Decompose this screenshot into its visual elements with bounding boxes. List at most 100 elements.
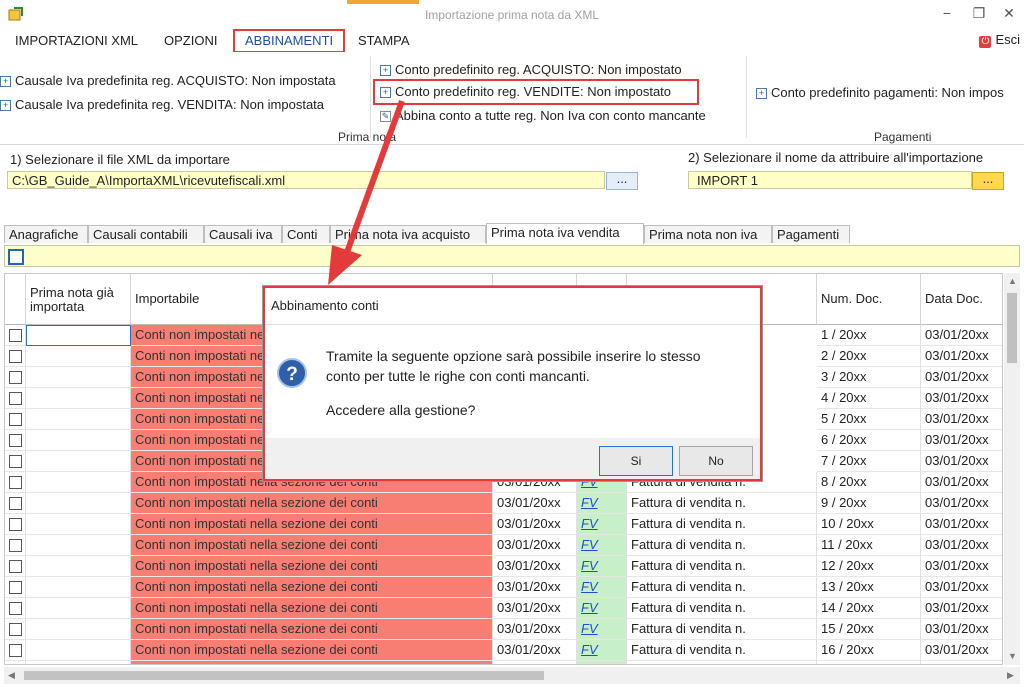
cell-imported[interactable] bbox=[26, 619, 131, 640]
tab-pagamenti[interactable]: Pagamenti bbox=[772, 225, 850, 243]
table-row[interactable]: Conti non impostati nella sezione dei co… bbox=[5, 619, 1002, 640]
cell-imported[interactable] bbox=[26, 388, 131, 409]
row-checkbox[interactable] bbox=[9, 497, 22, 510]
tab-prima-nota-non-iva[interactable]: Prima nota non iva bbox=[644, 225, 772, 243]
cell-imported[interactable] bbox=[26, 367, 131, 388]
table-row[interactable]: Conti non impostati nella sezione dei co… bbox=[5, 640, 1002, 661]
fv-link[interactable]: FV bbox=[581, 600, 598, 615]
ribbon-causale-vendita[interactable]: + Causale Iva predefinita reg. VENDITA: N… bbox=[0, 97, 324, 112]
cell-imported[interactable] bbox=[26, 514, 131, 535]
table-row[interactable]: Conti non impostati nella sezione dei co… bbox=[5, 514, 1002, 535]
row-checkbox[interactable] bbox=[9, 329, 22, 342]
vertical-scroll-thumb[interactable] bbox=[1007, 293, 1017, 363]
cell-imported[interactable] bbox=[26, 430, 131, 451]
cell-type[interactable]: FV bbox=[577, 535, 627, 556]
import-name-browse-button[interactable]: ... bbox=[972, 172, 1004, 190]
row-checkbox[interactable] bbox=[9, 413, 22, 426]
scroll-down-icon[interactable]: ▼ bbox=[1008, 651, 1017, 661]
no-button[interactable]: No bbox=[679, 446, 753, 476]
cell-type[interactable]: FV bbox=[577, 514, 627, 535]
table-row[interactable]: Conti non impostati nella sezione dei co… bbox=[5, 493, 1002, 514]
fv-link[interactable]: FV bbox=[581, 516, 598, 531]
ribbon-conto-acquisto[interactable]: + Conto predefinito reg. ACQUISTO: Non im… bbox=[380, 62, 682, 77]
exit-label: Esci bbox=[995, 32, 1020, 47]
cell-type[interactable]: FV bbox=[577, 619, 627, 640]
fv-link[interactable]: FV bbox=[581, 642, 598, 657]
ribbon-causale-acquisto[interactable]: + Causale Iva predefinita reg. ACQUISTO: … bbox=[0, 73, 336, 88]
cell-imported[interactable] bbox=[26, 346, 131, 367]
row-checkbox[interactable] bbox=[9, 560, 22, 573]
header-prima-nota-importata[interactable]: Prima nota già importata bbox=[26, 274, 131, 325]
cell-type[interactable]: FV bbox=[577, 556, 627, 577]
table-row[interactable]: Conti non impostati nella sezione dei co… bbox=[5, 556, 1002, 577]
row-checkbox[interactable] bbox=[9, 371, 22, 384]
cell-imported[interactable] bbox=[26, 556, 131, 577]
menu-opzioni[interactable]: OPZIONI bbox=[164, 31, 217, 51]
cell-imported[interactable] bbox=[26, 640, 131, 661]
scroll-left-icon[interactable]: ◀ bbox=[8, 670, 15, 681]
cell-imported[interactable] bbox=[26, 493, 131, 514]
cell-date: 03/01/20xx bbox=[493, 640, 577, 661]
cell-type[interactable]: FV bbox=[577, 640, 627, 661]
row-checkbox[interactable] bbox=[9, 539, 22, 552]
row-checkbox[interactable] bbox=[9, 623, 22, 636]
tab-anagrafiche[interactable]: Anagrafiche bbox=[4, 225, 88, 243]
cell-imported[interactable] bbox=[26, 598, 131, 619]
cell-imported[interactable] bbox=[26, 472, 131, 493]
row-checkbox[interactable] bbox=[9, 644, 22, 657]
header-num-doc[interactable]: Num. Doc. bbox=[817, 274, 921, 325]
fv-link[interactable]: FV bbox=[581, 663, 598, 664]
table-row[interactable]: Conti non impostati nella sezione dei co… bbox=[5, 661, 1002, 664]
fv-link[interactable]: FV bbox=[581, 558, 598, 573]
table-row[interactable]: Conti non impostati nella sezione dei co… bbox=[5, 577, 1002, 598]
tab-prima-nota-iva-vendita[interactable]: Prima nota iva vendita bbox=[486, 223, 644, 244]
active-tab-accent bbox=[347, 0, 419, 4]
cell-imported[interactable] bbox=[26, 451, 131, 472]
row-checkbox[interactable] bbox=[9, 434, 22, 447]
cell-imported[interactable] bbox=[26, 535, 131, 556]
menu-importazioni-xml[interactable]: IMPORTAZIONI XML bbox=[15, 31, 138, 51]
cell-type[interactable]: FV bbox=[577, 598, 627, 619]
horizontal-scrollbar[interactable]: ◀ ▶ bbox=[4, 667, 1020, 684]
cell-type[interactable]: FV bbox=[577, 577, 627, 598]
header-data-doc[interactable]: Data Doc. bbox=[921, 274, 1002, 325]
menu-stampa[interactable]: STAMPA bbox=[358, 31, 410, 51]
import-name-field[interactable]: IMPORT 1 bbox=[688, 171, 972, 189]
row-checkbox[interactable] bbox=[9, 392, 22, 405]
cell-imported[interactable] bbox=[26, 325, 131, 346]
close-button[interactable]: ✕ bbox=[994, 3, 1024, 23]
file-browse-button[interactable]: ... bbox=[606, 172, 638, 190]
scroll-up-icon[interactable]: ▲ bbox=[1008, 276, 1017, 286]
row-checkbox[interactable] bbox=[9, 518, 22, 531]
cell-imported[interactable] bbox=[26, 577, 131, 598]
table-row[interactable]: Conti non impostati nella sezione dei co… bbox=[5, 535, 1002, 556]
table-row[interactable]: Conti non impostati nella sezione dei co… bbox=[5, 598, 1002, 619]
file-path-field[interactable]: C:\GB_Guide_A\ImportaXML\ricevutefiscali… bbox=[7, 171, 605, 189]
horizontal-scroll-thumb[interactable] bbox=[24, 671, 544, 680]
yes-button[interactable]: Si bbox=[599, 446, 673, 476]
row-checkbox[interactable] bbox=[9, 455, 22, 468]
row-checkbox[interactable] bbox=[9, 350, 22, 363]
row-checkbox[interactable] bbox=[9, 602, 22, 615]
cell-imported[interactable] bbox=[26, 661, 131, 664]
minimize-button[interactable]: − bbox=[932, 3, 962, 23]
exit-button[interactable]: ⏻ Esci bbox=[979, 32, 1020, 48]
ribbon-conto-pagamenti[interactable]: + Conto predefinito pagamenti: Non impos bbox=[756, 85, 1004, 100]
restore-button[interactable]: ❐ bbox=[964, 3, 994, 23]
tab-causali-iva[interactable]: Causali iva bbox=[204, 225, 282, 243]
scroll-right-icon[interactable]: ▶ bbox=[1007, 670, 1014, 681]
ribbon-abbina-conto[interactable]: ✎ Abbina conto a tutte reg. Non Iva con c… bbox=[380, 108, 706, 123]
fv-link[interactable]: FV bbox=[581, 579, 598, 594]
cell-type[interactable]: FV bbox=[577, 493, 627, 514]
row-checkbox[interactable] bbox=[9, 476, 22, 489]
menu-abbinamenti[interactable]: ABBINAMENTI bbox=[233, 29, 346, 53]
fv-link[interactable]: FV bbox=[581, 537, 598, 552]
row-checkbox[interactable] bbox=[9, 581, 22, 594]
vertical-scrollbar[interactable]: ▲ ▼ bbox=[1004, 273, 1020, 665]
fv-link[interactable]: FV bbox=[581, 495, 598, 510]
cell-imported[interactable] bbox=[26, 409, 131, 430]
select-all-checkbox[interactable] bbox=[8, 249, 24, 265]
fv-link[interactable]: FV bbox=[581, 621, 598, 636]
tab-causali-contabili[interactable]: Causali contabili bbox=[88, 225, 204, 243]
cell-type[interactable]: FV bbox=[577, 661, 627, 664]
